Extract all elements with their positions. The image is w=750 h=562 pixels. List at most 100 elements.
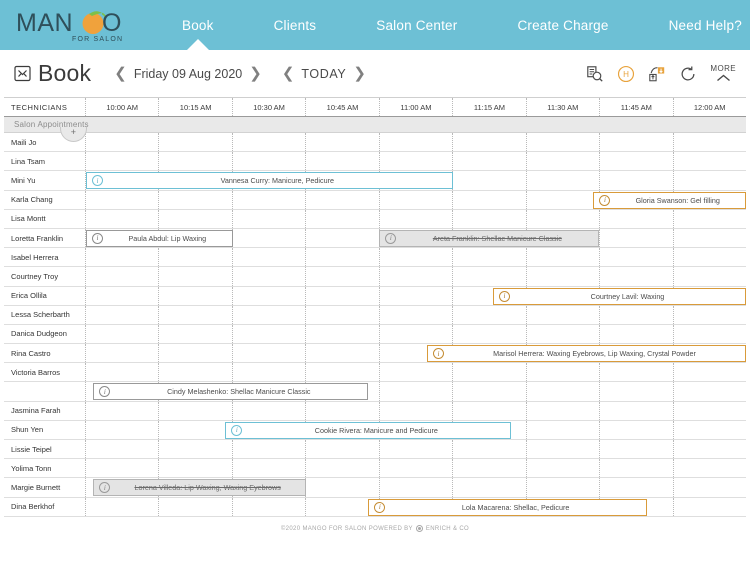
time-slot[interactable] <box>600 382 674 401</box>
mango-logo[interactable]: MAN O FOR SALON <box>0 5 130 45</box>
time-slot[interactable] <box>306 305 380 324</box>
more-button[interactable]: MORE <box>710 65 736 82</box>
technician-name-cell[interactable]: Erica Ollila <box>4 286 86 305</box>
technician-name-cell[interactable]: Isabel Herrera <box>4 248 86 267</box>
nav-item-create-charge[interactable]: Create Charge <box>487 0 638 50</box>
technician-name-cell[interactable]: Lessa Scherbarth <box>4 305 86 324</box>
time-slot[interactable] <box>527 382 601 401</box>
time-slot[interactable] <box>600 133 674 152</box>
time-slot[interactable] <box>453 248 527 267</box>
appointment-info-icon[interactable]: i <box>499 290 510 302</box>
time-slot[interactable] <box>600 440 674 459</box>
time-slot[interactable] <box>159 459 233 478</box>
time-slot[interactable] <box>527 209 601 228</box>
time-slot[interactable] <box>527 459 601 478</box>
time-slot[interactable] <box>600 209 674 228</box>
time-slot[interactable] <box>86 363 160 382</box>
time-slot[interactable] <box>86 344 160 363</box>
time-slot[interactable] <box>674 363 746 381</box>
time-slot[interactable] <box>674 306 746 324</box>
time-slot[interactable] <box>600 228 674 248</box>
time-slot[interactable] <box>600 305 674 324</box>
time-slot[interactable] <box>453 267 527 286</box>
today-button[interactable]: TODAY <box>301 67 346 81</box>
time-slot[interactable] <box>159 286 233 305</box>
time-slot[interactable] <box>674 267 746 285</box>
technician-name-cell[interactable]: Courtney Troy <box>4 267 86 286</box>
technician-name-cell[interactable]: Jasmina Farah <box>4 401 86 420</box>
time-slot[interactable] <box>600 248 674 267</box>
time-slot[interactable] <box>674 133 746 151</box>
time-slot[interactable] <box>674 498 746 516</box>
time-slot[interactable] <box>86 267 160 286</box>
time-slot[interactable] <box>86 152 160 171</box>
time-slot[interactable] <box>453 133 527 152</box>
time-slot[interactable] <box>159 133 233 152</box>
time-slot[interactable] <box>233 401 307 420</box>
technician-name-cell[interactable]: Lissie Teipel <box>4 440 86 459</box>
time-slot[interactable] <box>527 190 601 209</box>
time-slot[interactable] <box>306 248 380 267</box>
sort-filter-icon[interactable] <box>648 65 666 83</box>
time-slot[interactable] <box>527 440 601 459</box>
time-slot[interactable] <box>453 363 527 382</box>
time-slot[interactable] <box>233 324 307 344</box>
time-slot[interactable] <box>674 152 746 170</box>
time-slot[interactable] <box>453 478 527 497</box>
time-slot[interactable] <box>233 305 307 324</box>
time-slot[interactable] <box>159 152 233 171</box>
time-slot[interactable] <box>674 248 746 266</box>
time-slot[interactable] <box>453 324 527 344</box>
time-slot[interactable] <box>306 152 380 171</box>
time-slot[interactable] <box>233 190 307 209</box>
time-slot[interactable] <box>380 305 454 324</box>
time-slot[interactable] <box>86 133 160 152</box>
time-slot[interactable] <box>306 440 380 459</box>
time-slot[interactable] <box>233 152 307 171</box>
time-slot[interactable] <box>159 401 233 420</box>
time-slot[interactable] <box>233 209 307 228</box>
technician-name-cell[interactable]: Mini Yu <box>4 171 86 190</box>
prev-day-button[interactable]: ❮ <box>109 66 132 81</box>
time-slot[interactable] <box>674 210 746 228</box>
time-slot[interactable] <box>674 402 746 420</box>
appointment-block[interactable]: i Gloria Swanson: Gel filling <box>593 191 746 209</box>
time-slot[interactable] <box>600 459 674 478</box>
time-slot[interactable] <box>674 459 746 477</box>
technician-name-cell[interactable]: Lisa Montt <box>4 209 86 228</box>
time-slot[interactable] <box>453 209 527 228</box>
appointment-block[interactable]: i Cindy Melashenko: Shellac Manicure Clas… <box>93 383 369 401</box>
time-slot[interactable] <box>674 440 746 458</box>
appointment-info-icon[interactable]: i <box>385 232 397 244</box>
time-slot[interactable] <box>380 286 454 305</box>
time-slot[interactable] <box>86 420 160 439</box>
appointment-block[interactable]: i Courtney Lavil: Waxing <box>493 287 746 305</box>
appointment-block[interactable]: i Lorena Villeda: Lip Waxing, Waxing Eyeb… <box>93 479 306 497</box>
time-slot[interactable] <box>453 459 527 478</box>
time-slot[interactable] <box>233 286 307 305</box>
time-slot[interactable] <box>380 133 454 152</box>
time-slot[interactable] <box>159 190 233 209</box>
time-slot[interactable] <box>600 420 674 439</box>
time-slot[interactable] <box>233 497 307 516</box>
time-slot[interactable] <box>453 382 527 401</box>
time-slot[interactable] <box>674 478 746 496</box>
appointment-info-icon[interactable]: i <box>231 424 243 436</box>
time-slot[interactable] <box>527 152 601 171</box>
time-slot[interactable] <box>600 152 674 171</box>
search-list-icon[interactable] <box>586 65 604 83</box>
time-slot[interactable] <box>380 152 454 171</box>
time-slot[interactable] <box>527 324 601 344</box>
appointment-block[interactable]: i Lola Macarena: Shellac, Pedicure <box>368 498 647 516</box>
appointment-info-icon[interactable]: i <box>99 386 111 398</box>
time-slot[interactable] <box>306 209 380 228</box>
technician-name-cell[interactable]: Victoria Barros <box>4 363 86 382</box>
time-slot[interactable] <box>600 363 674 382</box>
time-slot[interactable] <box>674 171 746 189</box>
time-slot[interactable] <box>453 152 527 171</box>
time-slot[interactable] <box>306 363 380 382</box>
time-slot[interactable] <box>159 363 233 382</box>
time-slot[interactable] <box>159 305 233 324</box>
time-slot[interactable] <box>453 305 527 324</box>
time-slot[interactable] <box>233 228 307 248</box>
